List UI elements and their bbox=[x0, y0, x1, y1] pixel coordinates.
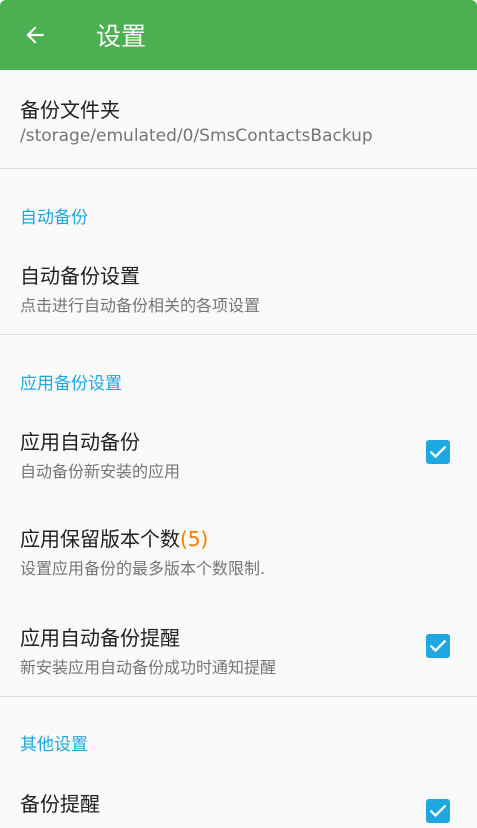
app-bar: 设置 bbox=[0, 0, 477, 70]
check-icon bbox=[429, 639, 447, 653]
app-auto-backup-item[interactable]: 应用自动备份 自动备份新安装的应用 bbox=[0, 406, 477, 504]
divider bbox=[0, 168, 477, 169]
app-backup-remind-item[interactable]: 应用自动备份提醒 新安装应用自动备份成功时通知提醒 bbox=[0, 602, 477, 696]
app-backup-remind-summary: 新安装应用自动备份成功时通知提醒 bbox=[20, 658, 277, 677]
backup-remind-item[interactable]: 备份提醒 bbox=[0, 768, 477, 828]
app-auto-backup-summary: 自动备份新安装的应用 bbox=[20, 462, 181, 481]
app-auto-backup-title: 应用自动备份 bbox=[20, 430, 140, 454]
app-backup-remind-title: 应用自动备份提醒 bbox=[20, 626, 180, 650]
divider bbox=[0, 334, 477, 335]
category-other-settings: 其他设置 bbox=[20, 735, 88, 755]
backup-folder-title: 备份文件夹 bbox=[20, 98, 120, 122]
check-icon bbox=[429, 804, 447, 818]
category-app-backup: 应用备份设置 bbox=[20, 374, 122, 394]
divider bbox=[0, 696, 477, 697]
app-keep-versions-count: (5) bbox=[180, 527, 209, 551]
arrow-left-icon bbox=[26, 26, 44, 44]
app-keep-versions-summary: 设置应用备份的最多版本个数限制. bbox=[20, 559, 266, 578]
page-title: 设置 bbox=[96, 22, 147, 51]
backup-folder-path: /storage/emulated/0/SmsContactsBackup bbox=[20, 126, 373, 146]
app-keep-versions-title: 应用保留版本个数(5) bbox=[20, 523, 208, 552]
check-icon bbox=[429, 445, 447, 459]
app-keep-versions-item[interactable]: 应用保留版本个数(5) 设置应用备份的最多版本个数限制. bbox=[0, 504, 477, 602]
app-keep-versions-label: 应用保留版本个数 bbox=[20, 527, 180, 551]
app-auto-backup-checkbox[interactable] bbox=[426, 440, 450, 464]
back-button[interactable] bbox=[0, 0, 70, 70]
auto-backup-settings-summary: 点击进行自动备份相关的各项设置 bbox=[20, 296, 261, 315]
auto-backup-settings-title: 自动备份设置 bbox=[20, 264, 140, 288]
auto-backup-settings-item[interactable]: 自动备份设置 点击进行自动备份相关的各项设置 bbox=[0, 240, 477, 334]
category-auto-backup: 自动备份 bbox=[20, 208, 88, 228]
app-backup-remind-checkbox[interactable] bbox=[426, 634, 450, 658]
backup-remind-checkbox[interactable] bbox=[426, 799, 450, 823]
backup-remind-title: 备份提醒 bbox=[20, 792, 100, 816]
backup-folder-item[interactable]: 备份文件夹 /storage/emulated/0/SmsContactsBac… bbox=[0, 70, 477, 168]
